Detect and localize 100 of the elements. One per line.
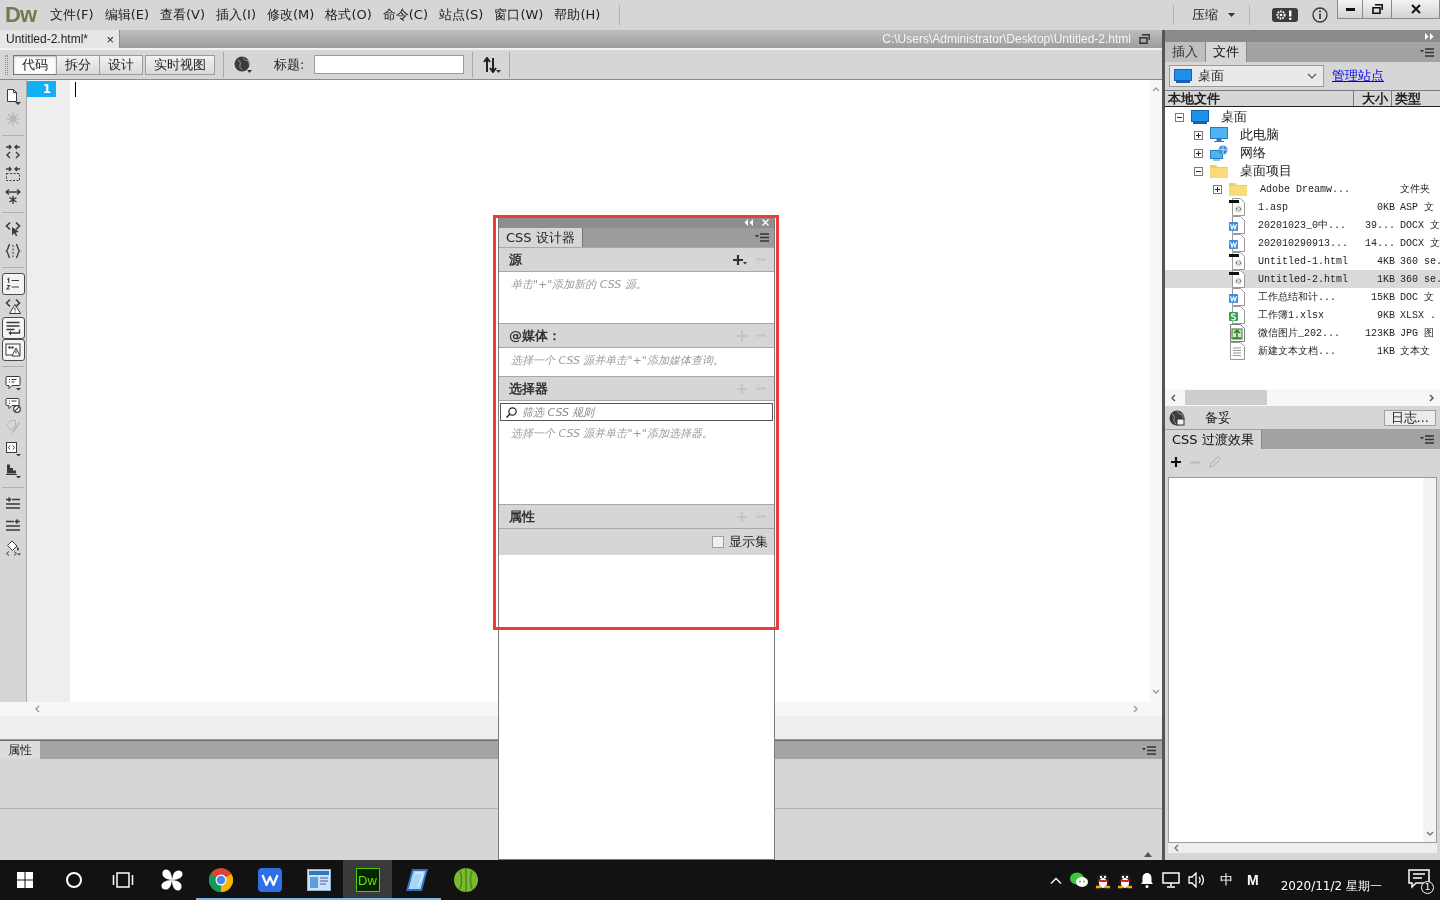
- input-mode-indicator[interactable]: M: [1247, 872, 1259, 888]
- menu-item[interactable]: 查看(V): [159, 4, 207, 26]
- gear-alert-icon[interactable]: [1272, 8, 1298, 22]
- file-row[interactable]: 工作簿1.xlsx 9KB XLSX .: [1165, 306, 1440, 324]
- file-row[interactable]: 1.asp 0KB ASP 文: [1165, 198, 1440, 216]
- bell-icon[interactable]: [1140, 872, 1154, 888]
- file-row[interactable]: 桌面: [1165, 108, 1440, 126]
- tool-button[interactable]: [1, 273, 25, 295]
- penguin-icon[interactable]: [1118, 871, 1132, 889]
- file-row[interactable]: 桌面项目: [1165, 162, 1440, 180]
- chevron-right-icon[interactable]: [1428, 393, 1436, 402]
- panel-tab[interactable]: CSS 设计器: [499, 228, 583, 247]
- word-file-icon: [1229, 288, 1245, 306]
- tool-button[interactable]: [1, 339, 25, 361]
- taskbar-button[interactable]: Dw: [343, 860, 392, 900]
- view-button[interactable]: 实时视图: [145, 54, 215, 75]
- pencil-tag-icon: [5, 419, 21, 435]
- file-row[interactable]: 202010290913... 14... DOCX 文: [1165, 234, 1440, 252]
- caret-up-icon[interactable]: [1050, 876, 1062, 884]
- log-button[interactable]: 日志...: [1383, 409, 1436, 426]
- double-chevron-icon[interactable]: [744, 218, 753, 226]
- panel-menu-icon[interactable]: [755, 233, 769, 242]
- manage-sites-link[interactable]: 管理站点: [1332, 67, 1384, 85]
- chevron-left-icon[interactable]: [1172, 844, 1180, 852]
- globe-icon[interactable]: [234, 55, 252, 74]
- view-button[interactable]: 拆分: [56, 54, 100, 75]
- add-icon[interactable]: [1171, 457, 1181, 467]
- word-wrap-icon: [5, 320, 21, 336]
- double-chevron-icon[interactable]: [1425, 32, 1434, 40]
- input-method-indicator[interactable]: 中: [1220, 871, 1233, 889]
- chevron-left-icon[interactable]: [1169, 393, 1177, 402]
- title-field[interactable]: [314, 55, 465, 74]
- file-name: Adobe Dreamw...: [1260, 183, 1351, 195]
- filter-field[interactable]: 筛选 CSS 规则: [500, 403, 773, 421]
- restore-icon[interactable]: [1139, 34, 1150, 44]
- file-row[interactable]: 工作总结和计... 15KB DOC 文: [1165, 288, 1440, 306]
- tab-close[interactable]: ×: [106, 31, 114, 47]
- menu-item[interactable]: 帮助(H): [553, 4, 602, 26]
- minimize-icon: [1345, 7, 1355, 11]
- view-button[interactable]: 代码: [13, 54, 57, 75]
- panel-menu-icon[interactable]: [1142, 745, 1156, 755]
- tree-toggle[interactable]: [1194, 130, 1203, 140]
- network-icon[interactable]: [1162, 872, 1180, 888]
- minimize-button[interactable]: [1337, 0, 1363, 19]
- menu-item[interactable]: 命令(C): [381, 4, 429, 26]
- sort-arrows-icon[interactable]: [483, 56, 502, 73]
- add-icon[interactable]: [733, 254, 747, 265]
- menu-item[interactable]: 插入(I): [215, 4, 257, 26]
- column-header[interactable]: 本地文件: [1165, 91, 1354, 106]
- menu-item[interactable]: 窗口(W): [493, 4, 545, 26]
- file-row[interactable]: 此电脑: [1165, 126, 1440, 144]
- section-header[interactable]: 源: [499, 247, 774, 272]
- menu-item[interactable]: 站点(S): [438, 4, 485, 26]
- panel-menu-icon[interactable]: [1420, 435, 1434, 444]
- tree-toggle[interactable]: [1175, 112, 1184, 122]
- tree-toggle[interactable]: [1213, 184, 1222, 194]
- tree-toggle[interactable]: [1194, 148, 1203, 158]
- file-row[interactable]: 20201023_0中... 39... DOCX 文: [1165, 216, 1440, 234]
- notification-icon[interactable]: [1408, 869, 1430, 889]
- file-size: 123KB: [1364, 327, 1395, 339]
- file-row[interactable]: 网络: [1165, 144, 1440, 162]
- panel-tab[interactable]: 属性: [0, 741, 40, 759]
- file-row[interactable]: Untitled-1.html 4KB 360 se.: [1165, 252, 1440, 270]
- info-icon[interactable]: [1312, 7, 1328, 23]
- tool-button[interactable]: [1, 317, 25, 339]
- menu-item[interactable]: 文件(F): [49, 4, 95, 26]
- panel-tab[interactable]: 文件: [1206, 42, 1247, 62]
- clock-date[interactable]: 2020/11/2 星期一: [1280, 878, 1382, 895]
- chat-bubbles-icon[interactable]: [1070, 872, 1088, 888]
- menu-item[interactable]: 编辑(E): [103, 4, 150, 26]
- file-row[interactable]: 新建文本文档... 1KB 文本文: [1165, 342, 1440, 360]
- panel-menu-icon[interactable]: [1420, 47, 1434, 57]
- volume-icon[interactable]: [1188, 872, 1206, 888]
- menu-item[interactable]: 修改(M): [266, 4, 316, 26]
- menu-item[interactable]: 格式(O): [324, 4, 373, 26]
- close-button[interactable]: [1391, 0, 1440, 19]
- checkbox[interactable]: [712, 536, 724, 548]
- tree-toggle[interactable]: [1194, 166, 1203, 176]
- column-header[interactable]: 类型: [1392, 91, 1440, 106]
- file-path: C:\Users\Administrator\Desktop\Untitled-2.html: [882, 32, 1131, 46]
- file-row[interactable]: 微信图片_202... 123KB JPG 图: [1165, 324, 1440, 342]
- view-button[interactable]: 设计: [99, 54, 143, 75]
- chevron-down-icon[interactable]: [1425, 830, 1434, 838]
- close-icon: [1410, 4, 1421, 14]
- penguin-icon[interactable]: [1096, 871, 1110, 889]
- panel-tab[interactable]: 插入: [1165, 42, 1206, 62]
- close-icon[interactable]: [762, 218, 769, 226]
- chevron-down-icon[interactable]: [1152, 688, 1160, 696]
- site-dropdown[interactable]: 桌面: [1169, 65, 1324, 87]
- file-row[interactable]: Adobe Dreamw... 文件夹: [1165, 180, 1440, 198]
- chevron-up-icon[interactable]: [1152, 85, 1160, 93]
- search-icon: [506, 407, 517, 418]
- scrollbar-thumb[interactable]: [1185, 390, 1267, 405]
- column-header[interactable]: 大小: [1354, 91, 1392, 106]
- panel-tab[interactable]: CSS 过渡效果: [1165, 430, 1262, 449]
- monitor-icon: [1210, 127, 1228, 143]
- restore-button[interactable]: [1362, 0, 1392, 19]
- workspace-dropdown[interactable]: 压缩: [1184, 4, 1243, 26]
- document-tab[interactable]: Untitled-2.html* ×: [0, 30, 120, 48]
- file-row[interactable]: Untitled-2.html 1KB 360 se.: [1165, 270, 1440, 288]
